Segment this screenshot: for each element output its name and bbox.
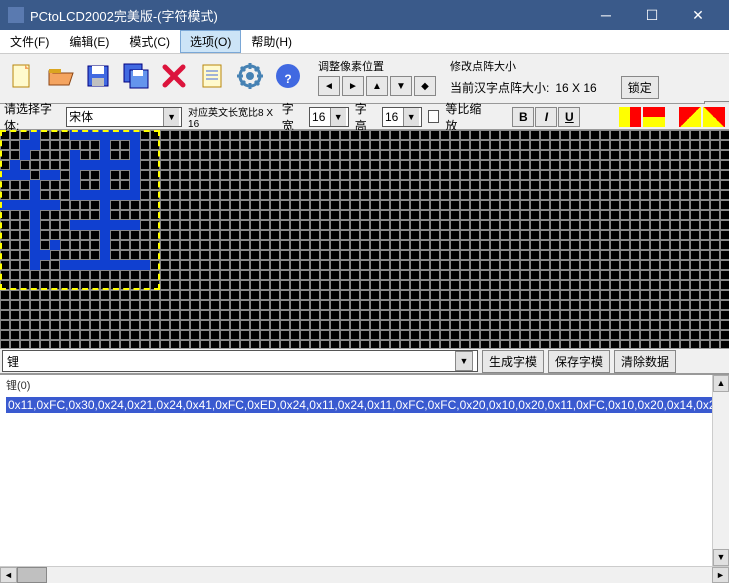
saveas-icon[interactable] xyxy=(118,58,154,94)
horizontal-scrollbar[interactable]: ◄ ► xyxy=(0,566,729,583)
height-label: 字高 xyxy=(355,100,376,134)
delete-icon[interactable] xyxy=(156,58,192,94)
move-up-button[interactable]: ▲ xyxy=(366,76,388,96)
scale-checkbox[interactable] xyxy=(428,110,440,123)
move-extra-button[interactable]: ◆ xyxy=(414,76,436,96)
input-row: 锂 ▼ 生成字模 保存字模 清除数据 xyxy=(0,348,729,374)
new-icon[interactable] xyxy=(4,58,40,94)
clear-button[interactable]: 清除数据 xyxy=(614,350,676,373)
toolbar: ? 调整像素位置 ◄ ► ▲ ▼ ◆ 修改点阵大小 当前汉字点阵大小: 16 X… xyxy=(0,54,729,104)
lock-button[interactable]: 锁定 xyxy=(621,76,659,99)
ratio-label: 对应英文长宽比8 X 16 xyxy=(188,104,276,130)
pixel-position-group: 调整像素位置 ◄ ► ▲ ▼ ◆ xyxy=(314,56,440,98)
menu-file[interactable]: 文件(F) xyxy=(0,30,59,53)
move-right-button[interactable]: ► xyxy=(342,76,364,96)
save-icon[interactable] xyxy=(80,58,116,94)
help-icon[interactable]: ? xyxy=(270,58,306,94)
move-down-button[interactable]: ▼ xyxy=(390,76,412,96)
pixel-canvas[interactable] xyxy=(0,130,729,348)
pixelpos-label: 调整像素位置 xyxy=(318,58,436,74)
font-select[interactable]: 宋体▼ xyxy=(66,107,182,127)
bold-button[interactable]: B xyxy=(512,107,534,127)
save-font-button[interactable]: 保存字模 xyxy=(548,350,610,373)
current-size-value: 16 X 16 xyxy=(555,81,596,95)
rotate-l-icon[interactable] xyxy=(679,107,701,127)
output-area: 锂(0) 0x11,0xFC,0x30,0x24,0x21,0x24,0x41,… xyxy=(0,374,729,566)
settings-icon[interactable] xyxy=(232,58,268,94)
font-label: 请选择字体: xyxy=(4,100,60,134)
vertical-scrollbar[interactable]: ▲ ▼ xyxy=(712,375,729,566)
menu-help[interactable]: 帮助(H) xyxy=(241,30,302,53)
open-icon[interactable] xyxy=(42,58,78,94)
minimize-button[interactable]: ─ xyxy=(583,0,629,30)
output-header: 锂(0) xyxy=(0,375,729,395)
char-input[interactable]: 锂 ▼ xyxy=(2,350,478,372)
height-select[interactable]: 16▼ xyxy=(382,107,422,127)
menu-edit[interactable]: 编辑(E) xyxy=(59,30,119,53)
menubar: 文件(F) 编辑(E) 模式(C) 选项(O) 帮助(H) xyxy=(0,30,729,54)
menu-mode[interactable]: 模式(C) xyxy=(119,30,180,53)
dotsize-label: 修改点阵大小 xyxy=(450,58,516,74)
window-title: PCtoLCD2002完美版-(字符模式) xyxy=(30,6,583,25)
hex-data: 0x11,0xFC,0x30,0x24,0x21,0x24,0x41,0xFC,… xyxy=(6,397,729,413)
move-left-button[interactable]: ◄ xyxy=(318,76,340,96)
close-button[interactable]: ✕ xyxy=(675,0,721,30)
italic-button[interactable]: I xyxy=(535,107,557,127)
generate-button[interactable]: 生成字模 xyxy=(482,350,544,373)
width-select[interactable]: 16▼ xyxy=(309,107,349,127)
width-label: 字宽 xyxy=(282,100,303,134)
app-icon xyxy=(8,7,24,23)
output-text[interactable]: 0x11,0xFC,0x30,0x24,0x21,0x24,0x41,0xFC,… xyxy=(0,395,729,566)
svg-text:?: ? xyxy=(284,72,291,86)
maximize-button[interactable]: ☐ xyxy=(629,0,675,30)
rotate-r-icon[interactable] xyxy=(703,107,725,127)
notes-icon[interactable] xyxy=(194,58,230,94)
titlebar: PCtoLCD2002完美版-(字符模式) ─ ☐ ✕ xyxy=(0,0,729,30)
underline-button[interactable]: U xyxy=(558,107,580,127)
font-row: 请选择字体: 宋体▼ 对应英文长宽比8 X 16 字宽 16▼ 字高 16▼ 等… xyxy=(0,104,729,130)
flip-v-icon[interactable] xyxy=(643,107,665,127)
scale-label: 等比缩放 xyxy=(445,100,488,134)
flip-h-icon[interactable] xyxy=(619,107,641,127)
menu-options[interactable]: 选项(O) xyxy=(180,30,241,53)
current-size-label: 当前汉字点阵大小: xyxy=(450,79,549,96)
dropdown-icon[interactable]: ▼ xyxy=(455,351,473,371)
